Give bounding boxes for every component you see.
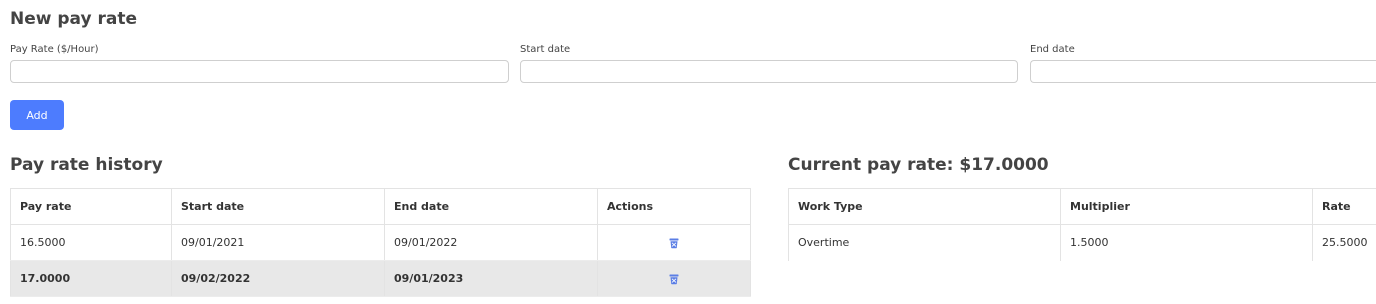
table-row: 16.5000 09/01/2021 09/01/2022 — [10, 224, 751, 261]
end-date-label: End date — [1030, 44, 1075, 55]
table-row-current: 17.0000 09/02/2022 09/01/2023 — [10, 260, 751, 297]
work-type-multiplier-table: Work Type Multiplier Rate Overtime 1.500… — [788, 188, 1376, 261]
column-header-work-type: Work Type — [788, 188, 1061, 225]
pay-rate-cell: 16.5000 — [10, 224, 172, 261]
trash-icon[interactable] — [668, 273, 680, 285]
table-header-row: Work Type Multiplier Rate — [788, 188, 1376, 225]
pay-rate-label: Pay Rate ($/Hour) — [10, 44, 99, 55]
new-pay-rate-title: New pay rate — [10, 9, 138, 29]
work-type-cell: Overtime — [788, 224, 1061, 261]
pay-rate-history-table: Pay rate Start date End date Actions 16.… — [10, 188, 751, 297]
current-pay-rate-title: Current pay rate: $17.0000 — [788, 155, 1049, 175]
column-header-rate: Rate — [1312, 188, 1376, 225]
rate-cell: 25.5000 — [1322, 236, 1368, 250]
end-date-cell: 09/01/2023 — [384, 260, 598, 297]
trash-icon[interactable] — [668, 237, 680, 249]
end-date-cell: 09/01/2022 — [384, 224, 598, 261]
table-header-row: Pay rate Start date End date Actions — [10, 188, 751, 225]
add-button[interactable]: Add — [10, 100, 64, 130]
pay-rate-cell: 17.0000 — [10, 260, 172, 297]
column-header-actions: Actions — [597, 188, 751, 225]
end-date-input[interactable] — [1030, 60, 1376, 83]
pay-rate-input[interactable] — [10, 60, 509, 83]
pay-rate-history-title: Pay rate history — [10, 155, 163, 175]
actions-cell — [597, 260, 751, 297]
start-date-input[interactable] — [520, 60, 1018, 83]
column-header-multiplier: Multiplier — [1060, 188, 1313, 225]
multiplier-cell: 1.5000 — [1060, 224, 1313, 261]
column-header-start-date: Start date — [171, 188, 385, 225]
actions-cell — [597, 224, 751, 261]
start-date-label: Start date — [520, 44, 571, 55]
column-header-end-date: End date — [384, 188, 598, 225]
start-date-cell: 09/02/2022 — [171, 260, 385, 297]
start-date-cell: 09/01/2021 — [171, 224, 385, 261]
column-header-pay-rate: Pay rate — [10, 188, 172, 225]
table-row: Overtime 1.5000 25.5000 — [788, 224, 1376, 261]
